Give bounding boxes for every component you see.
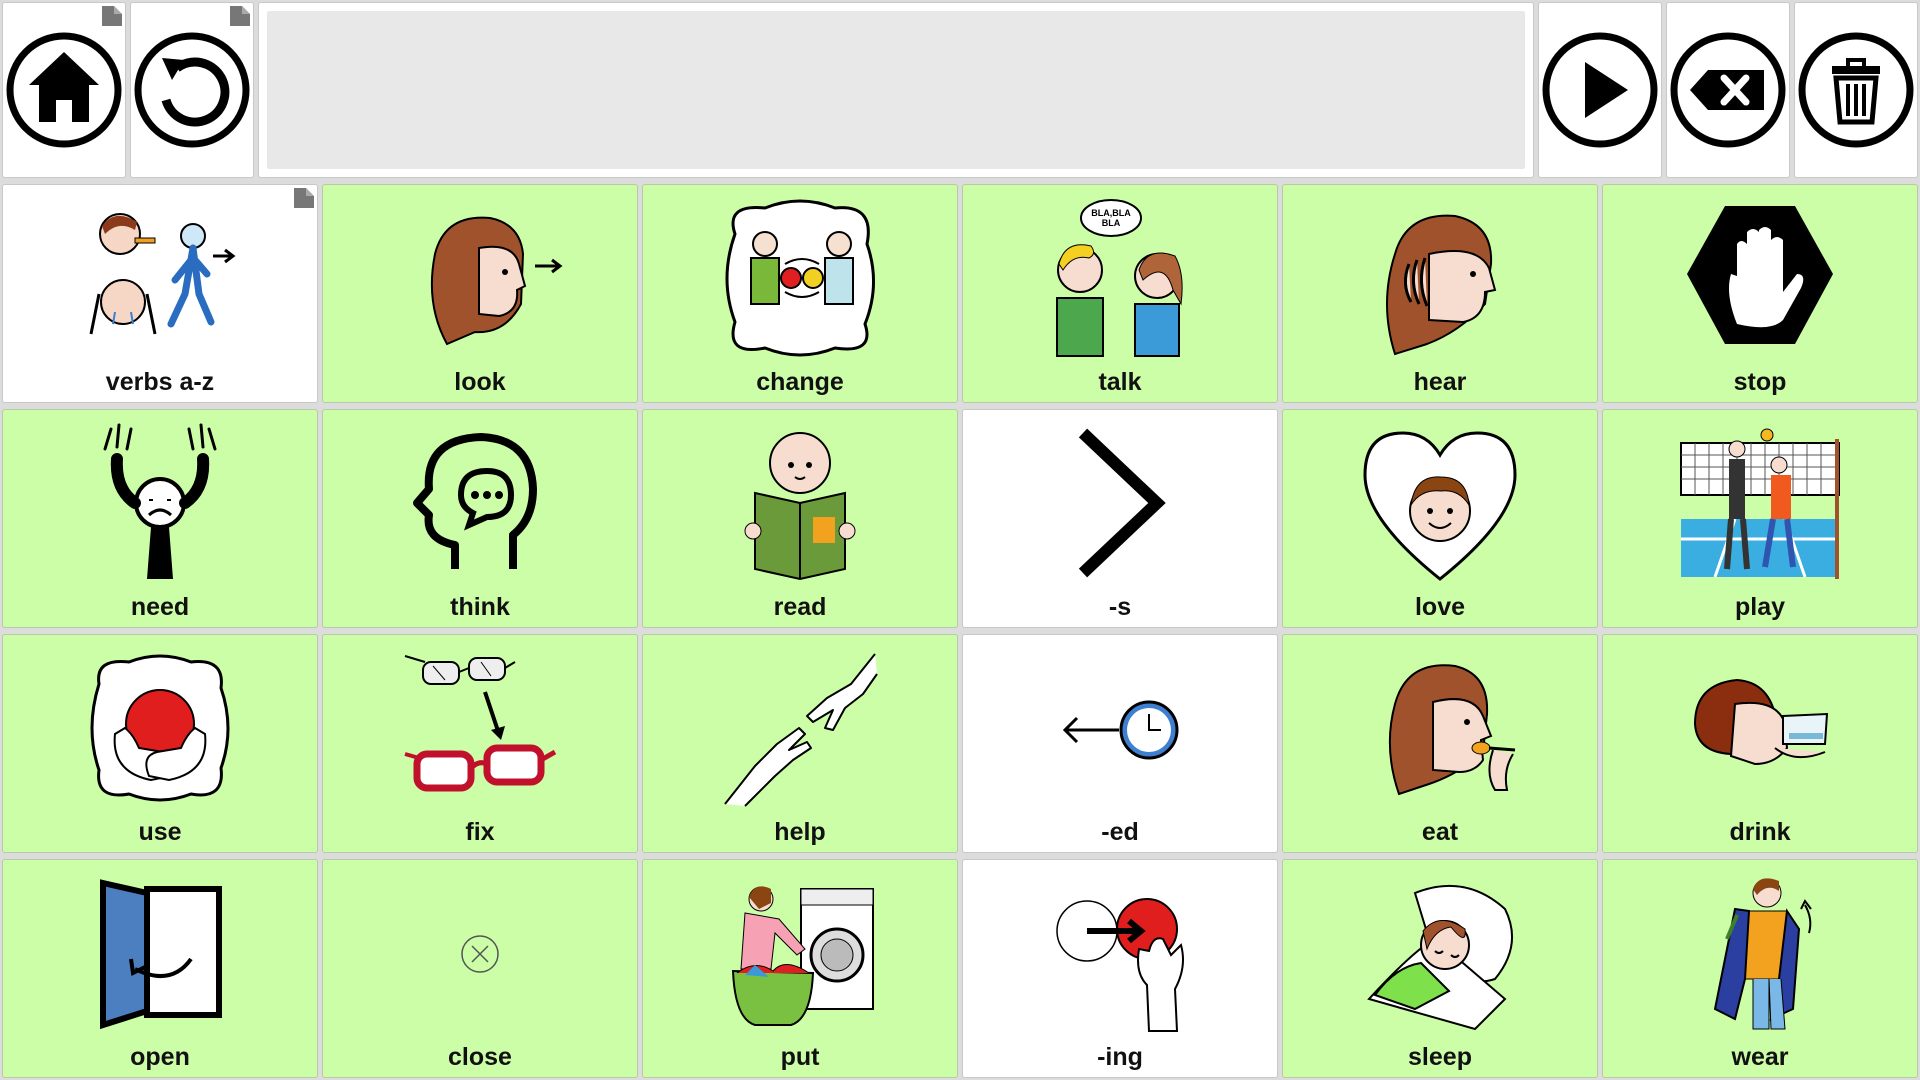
cell-read[interactable]: read bbox=[642, 409, 958, 628]
cell-label: verbs a-z bbox=[105, 368, 215, 396]
cell-play[interactable]: play bbox=[1602, 409, 1918, 628]
talk-icon: BLA,BLA BLA bbox=[1056, 199, 1183, 357]
cell-label: -ed bbox=[1101, 818, 1139, 846]
put-icon bbox=[731, 886, 874, 1026]
toolbar bbox=[0, 0, 1920, 182]
cell-label: fix bbox=[465, 818, 495, 846]
cell-suffix-ing[interactable]: -ing bbox=[962, 859, 1278, 1078]
suffix-ing-icon bbox=[1056, 898, 1184, 1032]
cell-talk[interactable]: BLA,BLA BLA talk bbox=[962, 184, 1278, 403]
cell-label: close bbox=[448, 1043, 512, 1071]
cell-put[interactable]: put bbox=[642, 859, 958, 1078]
cell-label: change bbox=[756, 368, 844, 396]
play-sport-icon bbox=[1680, 428, 1840, 579]
cell-open[interactable]: open bbox=[2, 859, 318, 1078]
cell-label: play bbox=[1734, 593, 1786, 621]
use-icon bbox=[90, 654, 230, 802]
cell-label: look bbox=[454, 368, 506, 396]
open-icon bbox=[100, 879, 222, 1030]
cell-need[interactable]: need bbox=[2, 409, 318, 628]
cell-think[interactable]: think bbox=[322, 409, 638, 628]
look-icon bbox=[430, 216, 563, 346]
stop-icon bbox=[1687, 206, 1833, 344]
cell-label: read bbox=[773, 593, 827, 621]
play-icon bbox=[1542, 32, 1658, 148]
cell-label: need bbox=[130, 593, 190, 621]
cell-hear[interactable]: hear bbox=[1282, 184, 1598, 403]
love-icon bbox=[1363, 431, 1517, 581]
hear-icon bbox=[1386, 214, 1497, 356]
trash-icon bbox=[1798, 32, 1914, 148]
svg-text:BLA: BLA bbox=[1102, 218, 1121, 228]
undo-icon bbox=[134, 32, 250, 148]
cell-fix[interactable]: fix bbox=[322, 634, 638, 853]
cell-label: talk bbox=[1098, 368, 1142, 396]
wear-icon bbox=[1713, 878, 1812, 1030]
sleep-icon bbox=[1367, 884, 1513, 1031]
cell-use[interactable]: use bbox=[2, 634, 318, 853]
cell-label: wear bbox=[1731, 1043, 1789, 1071]
cell-label: help bbox=[774, 818, 826, 846]
cell-stop[interactable]: stop bbox=[1602, 184, 1918, 403]
change-icon bbox=[725, 199, 875, 357]
cell-label: -ing bbox=[1097, 1043, 1143, 1071]
cell-suffix-ed[interactable]: -ed bbox=[962, 634, 1278, 853]
cell-wear[interactable]: wear bbox=[1602, 859, 1918, 1078]
suffix-ed-icon bbox=[1062, 700, 1179, 760]
cell-help[interactable]: help bbox=[642, 634, 958, 853]
folder-corner-icon bbox=[102, 6, 122, 26]
message-text bbox=[267, 11, 1525, 169]
speak-button[interactable] bbox=[1538, 2, 1662, 178]
cell-suffix-s[interactable]: -s bbox=[962, 409, 1278, 628]
cell-label: eat bbox=[1421, 818, 1459, 846]
cell-label: drink bbox=[1729, 818, 1791, 846]
cell-label: love bbox=[1414, 593, 1466, 621]
cell-label: sleep bbox=[1408, 1043, 1472, 1071]
svg-text:BLA,BLA: BLA,BLA bbox=[1091, 208, 1131, 218]
help-icon bbox=[724, 653, 878, 807]
cell-label: stop bbox=[1733, 368, 1787, 396]
cell-drink[interactable]: drink bbox=[1602, 634, 1918, 853]
need-icon bbox=[103, 423, 217, 579]
read-icon bbox=[744, 432, 856, 581]
verbs-a-z-icon bbox=[89, 213, 236, 335]
cell-label: think bbox=[450, 593, 510, 621]
backspace-icon bbox=[1670, 32, 1786, 148]
cell-verbs-a-z[interactable]: verbs a-z bbox=[2, 184, 318, 403]
symbol-grid: verbs a-z look change BLA,BLA BLA talk h… bbox=[0, 182, 1920, 1080]
cell-change[interactable]: change bbox=[642, 184, 958, 403]
back-button[interactable] bbox=[130, 2, 254, 178]
cell-close[interactable]: close bbox=[322, 859, 638, 1078]
cell-label: -s bbox=[1108, 593, 1132, 621]
cell-sleep[interactable]: sleep bbox=[1282, 859, 1598, 1078]
cell-label: put bbox=[780, 1043, 820, 1071]
cell-label: use bbox=[138, 818, 182, 846]
drink-icon bbox=[1693, 678, 1829, 766]
cell-label: hear bbox=[1413, 368, 1467, 396]
suffix-s-icon bbox=[1078, 428, 1166, 578]
backspace-button[interactable] bbox=[1666, 2, 1790, 178]
home-button[interactable] bbox=[2, 2, 126, 178]
message-bar[interactable] bbox=[258, 2, 1534, 178]
cell-look[interactable]: look bbox=[322, 184, 638, 403]
home-icon bbox=[6, 32, 122, 148]
cell-love[interactable]: love bbox=[1282, 409, 1598, 628]
close-placeholder-icon bbox=[461, 935, 499, 973]
folder-corner-icon bbox=[230, 6, 250, 26]
think-icon bbox=[413, 433, 537, 569]
cell-label: open bbox=[130, 1043, 190, 1071]
fix-icon bbox=[404, 655, 557, 792]
eat-icon bbox=[1388, 664, 1516, 796]
clear-button[interactable] bbox=[1794, 2, 1918, 178]
cell-eat[interactable]: eat bbox=[1282, 634, 1598, 853]
